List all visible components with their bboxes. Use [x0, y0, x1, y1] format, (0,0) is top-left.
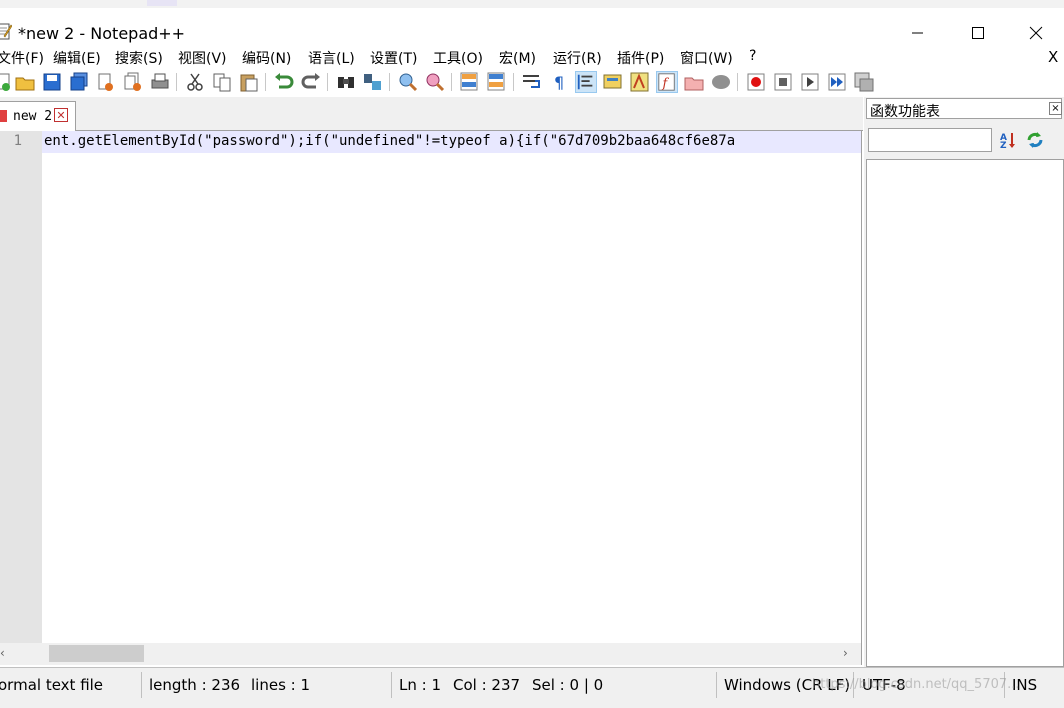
status-length: length : 236 [149, 676, 241, 694]
status-lines: lines : 1 [251, 676, 311, 694]
line-number-gutter: 1 [0, 131, 42, 643]
background-fragment [147, 0, 177, 6]
sort-icon[interactable]: A Z [1000, 131, 1018, 149]
panel-title: 函数功能表 [870, 104, 940, 120]
copy-icon[interactable] [211, 71, 233, 93]
save-all-icon[interactable] [68, 71, 90, 93]
folder-as-workspace-icon[interactable] [683, 71, 705, 93]
status-column: Col : 237 [453, 676, 521, 694]
toolbar-separator [265, 73, 266, 91]
menu-view[interactable]: 视图(V) [178, 48, 227, 68]
status-file-type: ormal text file [0, 676, 104, 694]
play-macro-icon[interactable] [799, 71, 821, 93]
tab-close-icon[interactable]: ✕ [54, 108, 68, 122]
maximize-icon [971, 26, 984, 39]
scrollbar-thumb[interactable] [49, 645, 144, 662]
find-icon[interactable] [335, 71, 357, 93]
horizontal-scrollbar[interactable]: ‹ › [0, 643, 862, 665]
user-language-icon[interactable] [602, 71, 624, 93]
menu-run[interactable]: 运行(R) [553, 48, 602, 68]
function-search-input[interactable] [868, 128, 992, 152]
menu-macro[interactable]: 宏(M) [499, 48, 536, 68]
close-icon [1029, 26, 1043, 40]
menu-language[interactable]: 语言(L) [308, 48, 355, 68]
function-list-tree[interactable] [866, 159, 1064, 667]
status-line-number: Ln : 1 [399, 676, 441, 694]
open-file-icon[interactable] [14, 71, 36, 93]
menu-help[interactable]: ? [749, 48, 756, 64]
document-map-icon[interactable] [629, 71, 651, 93]
document-tab-bar: new 2 ✕ [0, 97, 863, 131]
window-title: *new 2 - Notepad++ [18, 24, 186, 43]
close-file-icon[interactable] [95, 71, 117, 93]
word-wrap-icon[interactable] [521, 71, 543, 93]
replace-icon[interactable] [362, 71, 384, 93]
sync-vertical-icon[interactable] [459, 71, 481, 93]
menu-plugins[interactable]: 插件(P) [617, 48, 664, 68]
menu-tools[interactable]: 工具(O) [433, 48, 483, 68]
editor-area[interactable]: 1 ent.getElementById("password");if("und… [0, 131, 862, 643]
toolbar-separator [176, 73, 177, 91]
panel-title-bar: 函数功能表 × [866, 98, 1062, 120]
status-selection: Sel : 0 | 0 [532, 676, 604, 694]
cut-icon[interactable] [184, 71, 206, 93]
menu-edit[interactable]: 编辑(E) [53, 48, 101, 68]
refresh-icon[interactable] [1025, 130, 1045, 150]
close-all-icon[interactable] [122, 71, 144, 93]
toolbar-separator [327, 73, 328, 91]
paste-icon[interactable] [238, 71, 260, 93]
function-list-icon: f [658, 73, 675, 91]
code-line[interactable]: ent.getElementById("password");if("undef… [44, 133, 859, 149]
unsaved-file-icon [0, 110, 7, 122]
tab-label: new 2 [13, 109, 53, 124]
show-all-characters-icon[interactable]: ¶ [548, 71, 570, 93]
function-list-panel: 函数功能表 × A Z [864, 97, 1064, 667]
status-separator [391, 672, 392, 698]
toolbar-separator [451, 73, 452, 91]
menu-search[interactable]: 搜索(S) [115, 48, 163, 68]
title-bar: *new 2 - Notepad++ [0, 8, 1064, 44]
menu-file[interactable]: 文件(F) [0, 48, 44, 68]
svg-text:Z: Z [1000, 141, 1007, 149]
monitoring-icon[interactable] [710, 71, 732, 93]
run-macro-multiple-icon[interactable] [826, 71, 848, 93]
toolbar-separator [389, 73, 390, 91]
zoom-in-icon[interactable] [397, 71, 419, 93]
menu-settings[interactable]: 设置(T) [370, 48, 417, 68]
scroll-right-icon[interactable]: › [843, 646, 848, 660]
minimize-icon [912, 32, 923, 34]
save-macro-icon[interactable] [853, 71, 875, 93]
toolbar-separator [737, 73, 738, 91]
redo-icon[interactable] [300, 71, 322, 93]
panel-close-icon[interactable]: × [1049, 102, 1062, 115]
status-separator [141, 672, 142, 698]
undo-icon[interactable] [273, 71, 295, 93]
stop-macro-icon[interactable] [772, 71, 794, 93]
status-separator [716, 672, 717, 698]
svg-text:¶: ¶ [554, 73, 564, 92]
toolbar: ¶ f [0, 68, 1064, 96]
print-icon[interactable] [149, 71, 171, 93]
notepad-app-icon [0, 23, 12, 40]
line-number: 1 [13, 133, 22, 149]
watermark: https://blog.csdn.net/qq_5707... [812, 677, 1020, 692]
menu-window[interactable]: 窗口(W) [680, 48, 733, 68]
record-macro-icon[interactable] [745, 71, 767, 93]
tab-new-2[interactable]: new 2 ✕ [0, 101, 76, 131]
toolbar-separator [513, 73, 514, 91]
zoom-out-icon[interactable] [424, 71, 446, 93]
close-document-button[interactable]: X [1048, 48, 1058, 66]
menu-encoding[interactable]: 编码(N) [242, 48, 291, 68]
indent-guide-icon [577, 74, 593, 90]
sync-horizontal-icon[interactable] [486, 71, 508, 93]
scroll-left-icon[interactable]: ‹ [0, 646, 5, 660]
status-bar: ormal text file length : 236 lines : 1 L… [0, 667, 1064, 708]
function-list-button[interactable]: f [656, 71, 678, 93]
save-icon[interactable] [41, 71, 63, 93]
indent-guide-button[interactable] [575, 71, 597, 93]
menu-bar: 文件(F) 编辑(E) 搜索(S) 视图(V) 编码(N) 语言(L) 设置(T… [0, 44, 1064, 68]
